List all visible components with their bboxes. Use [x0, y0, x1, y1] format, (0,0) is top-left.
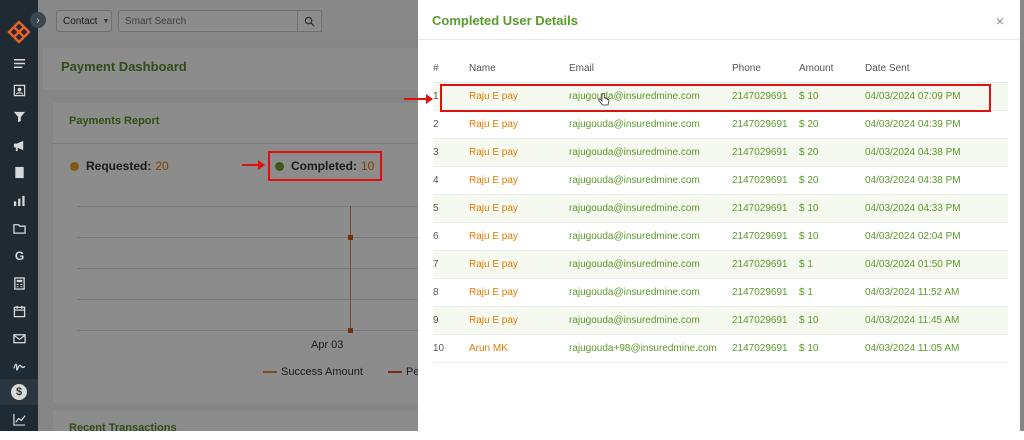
row-amount: $ 10 [799, 194, 865, 223]
row-number: 6 [433, 222, 469, 251]
column-header: Email [569, 55, 732, 83]
row-number: 4 [433, 166, 469, 195]
row-number: 2 [433, 110, 469, 139]
row-number: 5 [433, 194, 469, 223]
sidebar-line-chart-icon[interactable] [0, 407, 38, 431]
sidebar-filter-icon[interactable] [0, 104, 38, 128]
row-amount: $ 20 [799, 166, 865, 195]
row-email: rajugouda+98@insuredmine.com [569, 334, 732, 363]
sidebar-list-icon[interactable] [0, 51, 38, 75]
row-phone: 2147029691 [732, 222, 799, 251]
row-phone: 2147029691 [732, 334, 799, 363]
row-email: rajugouda@insuredmine.com [569, 222, 732, 251]
row-phone: 2147029691 [732, 166, 799, 195]
column-header: Name [469, 55, 569, 83]
row-highlight-box [440, 84, 991, 112]
row-name: Raju E pay [469, 166, 569, 195]
row-amount: $ 20 [799, 138, 865, 167]
row-phone: 2147029691 [732, 110, 799, 139]
row-number: 9 [433, 306, 469, 335]
sidebar: G $ [0, 0, 38, 431]
column-header: # [433, 55, 469, 83]
column-header: Amount [799, 55, 865, 83]
row-date-sent: 04/03/2024 11:52 AM [865, 278, 1008, 307]
row-amount: $ 1 [799, 278, 865, 307]
table-row[interactable]: 9 Raju E pay rajugouda@insuredmine.com 2147… [433, 306, 1008, 335]
table-row[interactable]: 6 Raju E pay rajugouda@insuredmine.com 2147… [433, 222, 1008, 251]
row-date-sent: 04/03/2024 04:38 PM [865, 166, 1008, 195]
sidebar-bar-chart-icon[interactable] [0, 188, 38, 212]
row-date-sent: 04/03/2024 11:45 AM [865, 306, 1008, 335]
row-email: rajugouda@insuredmine.com [569, 110, 732, 139]
row-name: Raju E pay [469, 278, 569, 307]
row-date-sent: 04/03/2024 11:05 AM [865, 334, 1008, 363]
sidebar-folder-icon[interactable] [0, 216, 38, 240]
sidebar-signature-icon[interactable] [0, 353, 38, 377]
row-amount: $ 1 [799, 250, 865, 279]
row-email: rajugouda@insuredmine.com [569, 306, 732, 335]
row-name: Raju E pay [469, 138, 569, 167]
table-row[interactable]: 8 Raju E pay rajugouda@insuredmine.com 2147… [433, 278, 1008, 307]
hand-cursor-icon [598, 93, 610, 106]
row-phone: 2147029691 [732, 278, 799, 307]
completed-highlight-box [268, 151, 382, 181]
table-row[interactable]: 5 Raju E pay rajugouda@insuredmine.com 2147… [433, 194, 1008, 223]
table-header-row: # Name Email Phone Amount Date Sent [433, 55, 1008, 83]
sidebar-mail-icon[interactable] [0, 326, 38, 350]
row-email: rajugouda@insuredmine.com [569, 138, 732, 167]
row-number: 7 [433, 250, 469, 279]
sidebar-calculator-icon[interactable] [0, 271, 38, 295]
sidebar-document-icon[interactable] [0, 160, 38, 184]
row-amount: $ 20 [799, 110, 865, 139]
row-date-sent: 04/03/2024 02:04 PM [865, 222, 1008, 251]
row-name: Raju E pay [469, 194, 569, 223]
table-row[interactable]: 10 Arun MK rajugouda+98@insuredmine.com 214… [433, 334, 1008, 363]
modal-title: Completed User Details [432, 13, 578, 28]
svg-text:G: G [14, 249, 23, 262]
table-row[interactable]: 4 Raju E pay rajugouda@insuredmine.com 2147… [433, 166, 1008, 195]
divider [418, 39, 1020, 40]
row-amount: $ 10 [799, 222, 865, 251]
row-phone: 2147029691 [732, 250, 799, 279]
row-name: Raju E pay [469, 110, 569, 139]
row-date-sent: 04/03/2024 04:38 PM [865, 138, 1008, 167]
row-phone: 2147029691 [732, 306, 799, 335]
row-phone: 2147029691 [732, 138, 799, 167]
row-email: rajugouda@insuredmine.com [569, 250, 732, 279]
row-name: Raju E pay [469, 306, 569, 335]
sidebar-calendar-icon[interactable] [0, 299, 38, 323]
row-name: Raju E pay [469, 222, 569, 251]
row-number: 10 [433, 334, 469, 363]
row-email: rajugouda@insuredmine.com [569, 166, 732, 195]
row-name: Raju E pay [469, 250, 569, 279]
row-date-sent: 04/03/2024 01:50 PM [865, 250, 1008, 279]
row-date-sent: 04/03/2024 04:33 PM [865, 194, 1008, 223]
row-number: 8 [433, 278, 469, 307]
row-name: Arun MK [469, 334, 569, 363]
red-arrow-icon [242, 160, 265, 170]
app-logo-icon[interactable] [7, 20, 31, 44]
row-amount: $ 10 [799, 306, 865, 335]
row-phone: 2147029691 [732, 194, 799, 223]
sidebar-google-icon[interactable]: G [0, 243, 38, 267]
row-email: rajugouda@insuredmine.com [569, 194, 732, 223]
row-email: rajugouda@insuredmine.com [569, 278, 732, 307]
completed-user-details-modal: Completed User Details × # Name Email Ph… [418, 0, 1020, 431]
sidebar-toggle-chevron-icon[interactable]: › [30, 12, 46, 28]
table-row[interactable]: 3 Raju E pay rajugouda@insuredmine.com 2147… [433, 138, 1008, 167]
red-arrow-icon [404, 94, 433, 104]
row-date-sent: 04/03/2024 04:39 PM [865, 110, 1008, 139]
column-header: Date Sent [865, 55, 1008, 83]
table-row[interactable]: 7 Raju E pay rajugouda@insuredmine.com 2147… [433, 250, 1008, 279]
sidebar-contact-card-icon[interactable] [0, 78, 38, 102]
row-amount: $ 10 [799, 334, 865, 363]
close-icon[interactable]: × [996, 13, 1004, 29]
row-number: 3 [433, 138, 469, 167]
table-row[interactable]: 2 Raju E pay rajugouda@insuredmine.com 2147… [433, 110, 1008, 139]
sidebar-megaphone-icon[interactable] [0, 133, 38, 157]
column-header: Phone [732, 55, 799, 83]
sidebar-dollar-icon[interactable]: $ [0, 379, 38, 405]
